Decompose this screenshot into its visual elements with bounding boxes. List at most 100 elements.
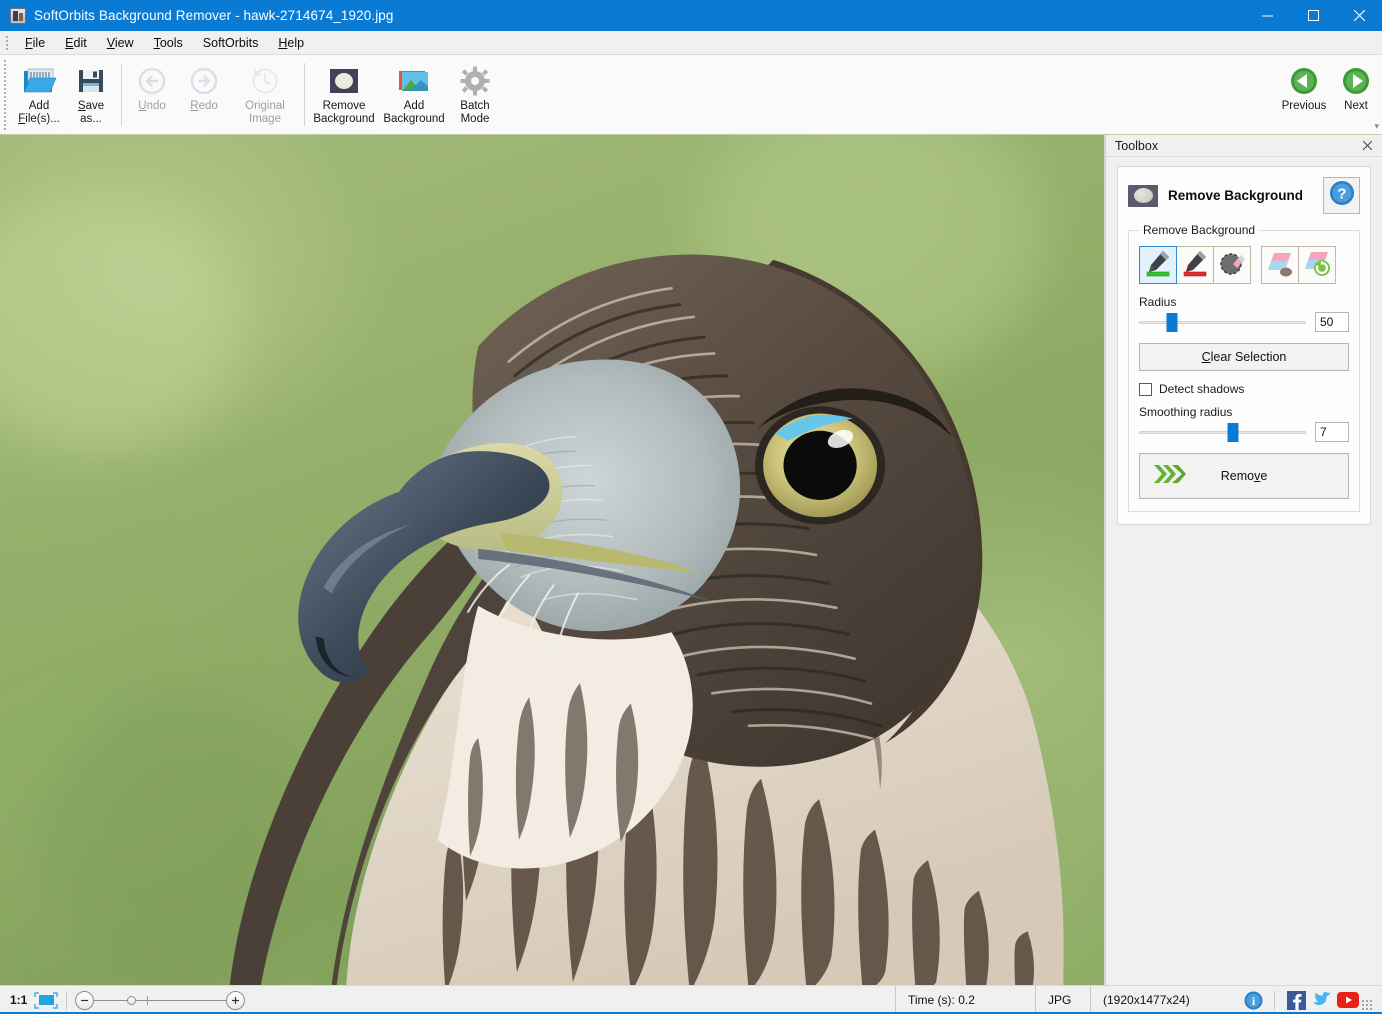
redo-arrow-icon (189, 64, 219, 98)
twitter-icon[interactable] (1309, 986, 1335, 1014)
zoom-slider[interactable] (75, 990, 246, 1010)
remove-background-group: Remove Background Radius 50 Clear Select… (1128, 223, 1360, 512)
radius-slider[interactable] (1139, 312, 1306, 332)
marker-tool-set (1139, 246, 1251, 284)
clear-selection-button[interactable]: Clear Selection (1139, 343, 1349, 371)
toolbar-grip[interactable] (3, 59, 11, 130)
menu-grip[interactable] (3, 33, 12, 52)
title-bar: SoftOrbits Background Remover - hawk-271… (0, 0, 1382, 31)
remove-button-label: Remove (1220, 469, 1268, 483)
menu-item-help[interactable]: Help (268, 33, 314, 53)
menu-item-edit[interactable]: Edit (55, 33, 97, 53)
group-label: Remove Background (1143, 223, 1256, 237)
menu-bar: FFileile Edit View Tools SoftOrbits Help (0, 31, 1382, 55)
info-icon[interactable]: i (1240, 986, 1266, 1014)
zoom-slider-thumb[interactable] (127, 995, 137, 1005)
dimensions-field: (1920x1477x24) (1090, 985, 1240, 1014)
eraser-icon (1217, 248, 1247, 283)
smoothing-slider-thumb[interactable] (1227, 423, 1239, 442)
save-as-button[interactable]: Save as... (65, 60, 117, 127)
menu-item-file[interactable]: FFileile (15, 33, 55, 53)
zoom-slider-tick (147, 995, 149, 1005)
add-files-label: Add File(s)... (18, 100, 60, 125)
toolbar-separator-2 (304, 63, 305, 126)
redo-button[interactable]: Redo (178, 60, 230, 114)
add-background-button[interactable]: Add Background (379, 60, 449, 127)
maximize-button[interactable] (1290, 0, 1336, 31)
zoom-out-button[interactable] (75, 990, 95, 1010)
undo-button[interactable]: Undo (126, 60, 178, 114)
smoothing-value-field[interactable]: 7 (1315, 422, 1349, 442)
detect-shadows-checkbox[interactable] (1139, 382, 1152, 396)
application-window: SoftOrbits Background Remover - hawk-271… (0, 0, 1382, 1014)
status-separator-1 (66, 990, 68, 1010)
batch-mode-button[interactable]: Batch Mode (449, 60, 501, 127)
auto-refresh-tool-button[interactable] (1298, 246, 1336, 284)
toolbar-actions-group: Remove Background Add Background Batch M… (309, 55, 501, 134)
format-field: JPG (1035, 985, 1090, 1014)
original-image-label: Original Image (245, 100, 285, 125)
previous-button[interactable]: Previous (1278, 60, 1330, 114)
smoothing-slider-row: 7 (1139, 422, 1349, 442)
remove-button[interactable]: Remove (1139, 453, 1349, 499)
eraser-tool-button[interactable] (1213, 246, 1251, 284)
magic-wand-stone-tool-button[interactable] (1261, 246, 1299, 284)
marker-remove-tool-button[interactable] (1176, 246, 1214, 284)
next-button[interactable]: Next (1330, 60, 1382, 114)
remove-background-card: Remove Background ? Remove Background Ra… (1117, 166, 1371, 525)
toolbox-title-bar: Toolbox (1106, 135, 1382, 157)
floppy-disk-icon (76, 64, 106, 98)
menu-item-softorbits[interactable]: SoftOrbits (193, 33, 269, 53)
smoothing-radius-label: Smoothing radius (1139, 405, 1233, 419)
minimize-button[interactable] (1244, 0, 1290, 31)
status-separator-2 (1274, 990, 1275, 1010)
radius-label: Radius (1139, 295, 1177, 309)
smoothing-radius-slider[interactable] (1139, 422, 1306, 442)
toolbar-separator-1 (121, 63, 122, 126)
auto-tool-set (1261, 246, 1336, 284)
toolbar-file-group: Add File(s)... Save as... (13, 55, 117, 134)
undo-label: Undo (138, 100, 166, 112)
next-arrow-icon (1341, 64, 1371, 98)
red-marker-icon (1180, 248, 1210, 283)
toolbar-navigation-group: Previous Next (1261, 55, 1382, 134)
fit-to-window-icon[interactable] (34, 991, 58, 1009)
main-toolbar: Add File(s)... Save as... Undo Redo Orig… (0, 55, 1382, 135)
facebook-icon[interactable] (1283, 986, 1309, 1014)
next-label: Next (1344, 100, 1368, 112)
image-canvas[interactable] (0, 135, 1105, 985)
toolbox-header: Remove Background ? (1128, 177, 1360, 214)
app-icon (10, 7, 26, 24)
green-marker-icon (1143, 248, 1173, 283)
marker-keep-tool-button[interactable] (1139, 246, 1177, 284)
add-files-button[interactable]: Add File(s)... (13, 60, 65, 127)
help-question-icon: ? (1329, 180, 1355, 211)
window-title: SoftOrbits Background Remover - hawk-271… (34, 8, 394, 23)
batch-mode-label: Batch Mode (460, 100, 490, 125)
youtube-icon[interactable] (1335, 986, 1361, 1014)
tool-buttons-row (1139, 246, 1349, 284)
open-folder-icon (22, 64, 56, 98)
zoom-ratio-label: 1:1 (10, 993, 28, 1007)
zoom-in-button[interactable] (226, 990, 246, 1010)
toolbar-overflow-icon[interactable]: ▾ (1374, 121, 1379, 132)
menu-item-view[interactable]: View (97, 33, 144, 53)
smoothing-slider-track (1139, 431, 1306, 434)
svg-text:?: ? (1337, 186, 1346, 203)
remove-background-button[interactable]: Remove Background (309, 60, 379, 127)
close-button[interactable] (1336, 0, 1382, 31)
hawk-illustration (229, 254, 1064, 985)
radius-value-field[interactable]: 50 (1315, 312, 1349, 332)
original-image-button[interactable]: Original Image (230, 60, 300, 127)
work-area: Toolbox Remove Background ? Remove Backg… (0, 135, 1382, 985)
help-button[interactable]: ? (1323, 177, 1360, 214)
resize-grip-icon[interactable] (1361, 998, 1373, 1011)
gradient-stone-icon (1265, 248, 1295, 283)
clock-revert-icon (250, 64, 280, 98)
close-icon[interactable] (1358, 137, 1376, 155)
add-background-icon (397, 64, 431, 98)
detect-shadows-row[interactable]: Detect shadows (1139, 382, 1349, 396)
radius-slider-thumb[interactable] (1166, 313, 1178, 332)
processing-time-field: Time (s): 0.2 (895, 985, 1035, 1014)
menu-item-tools[interactable]: Tools (144, 33, 193, 53)
